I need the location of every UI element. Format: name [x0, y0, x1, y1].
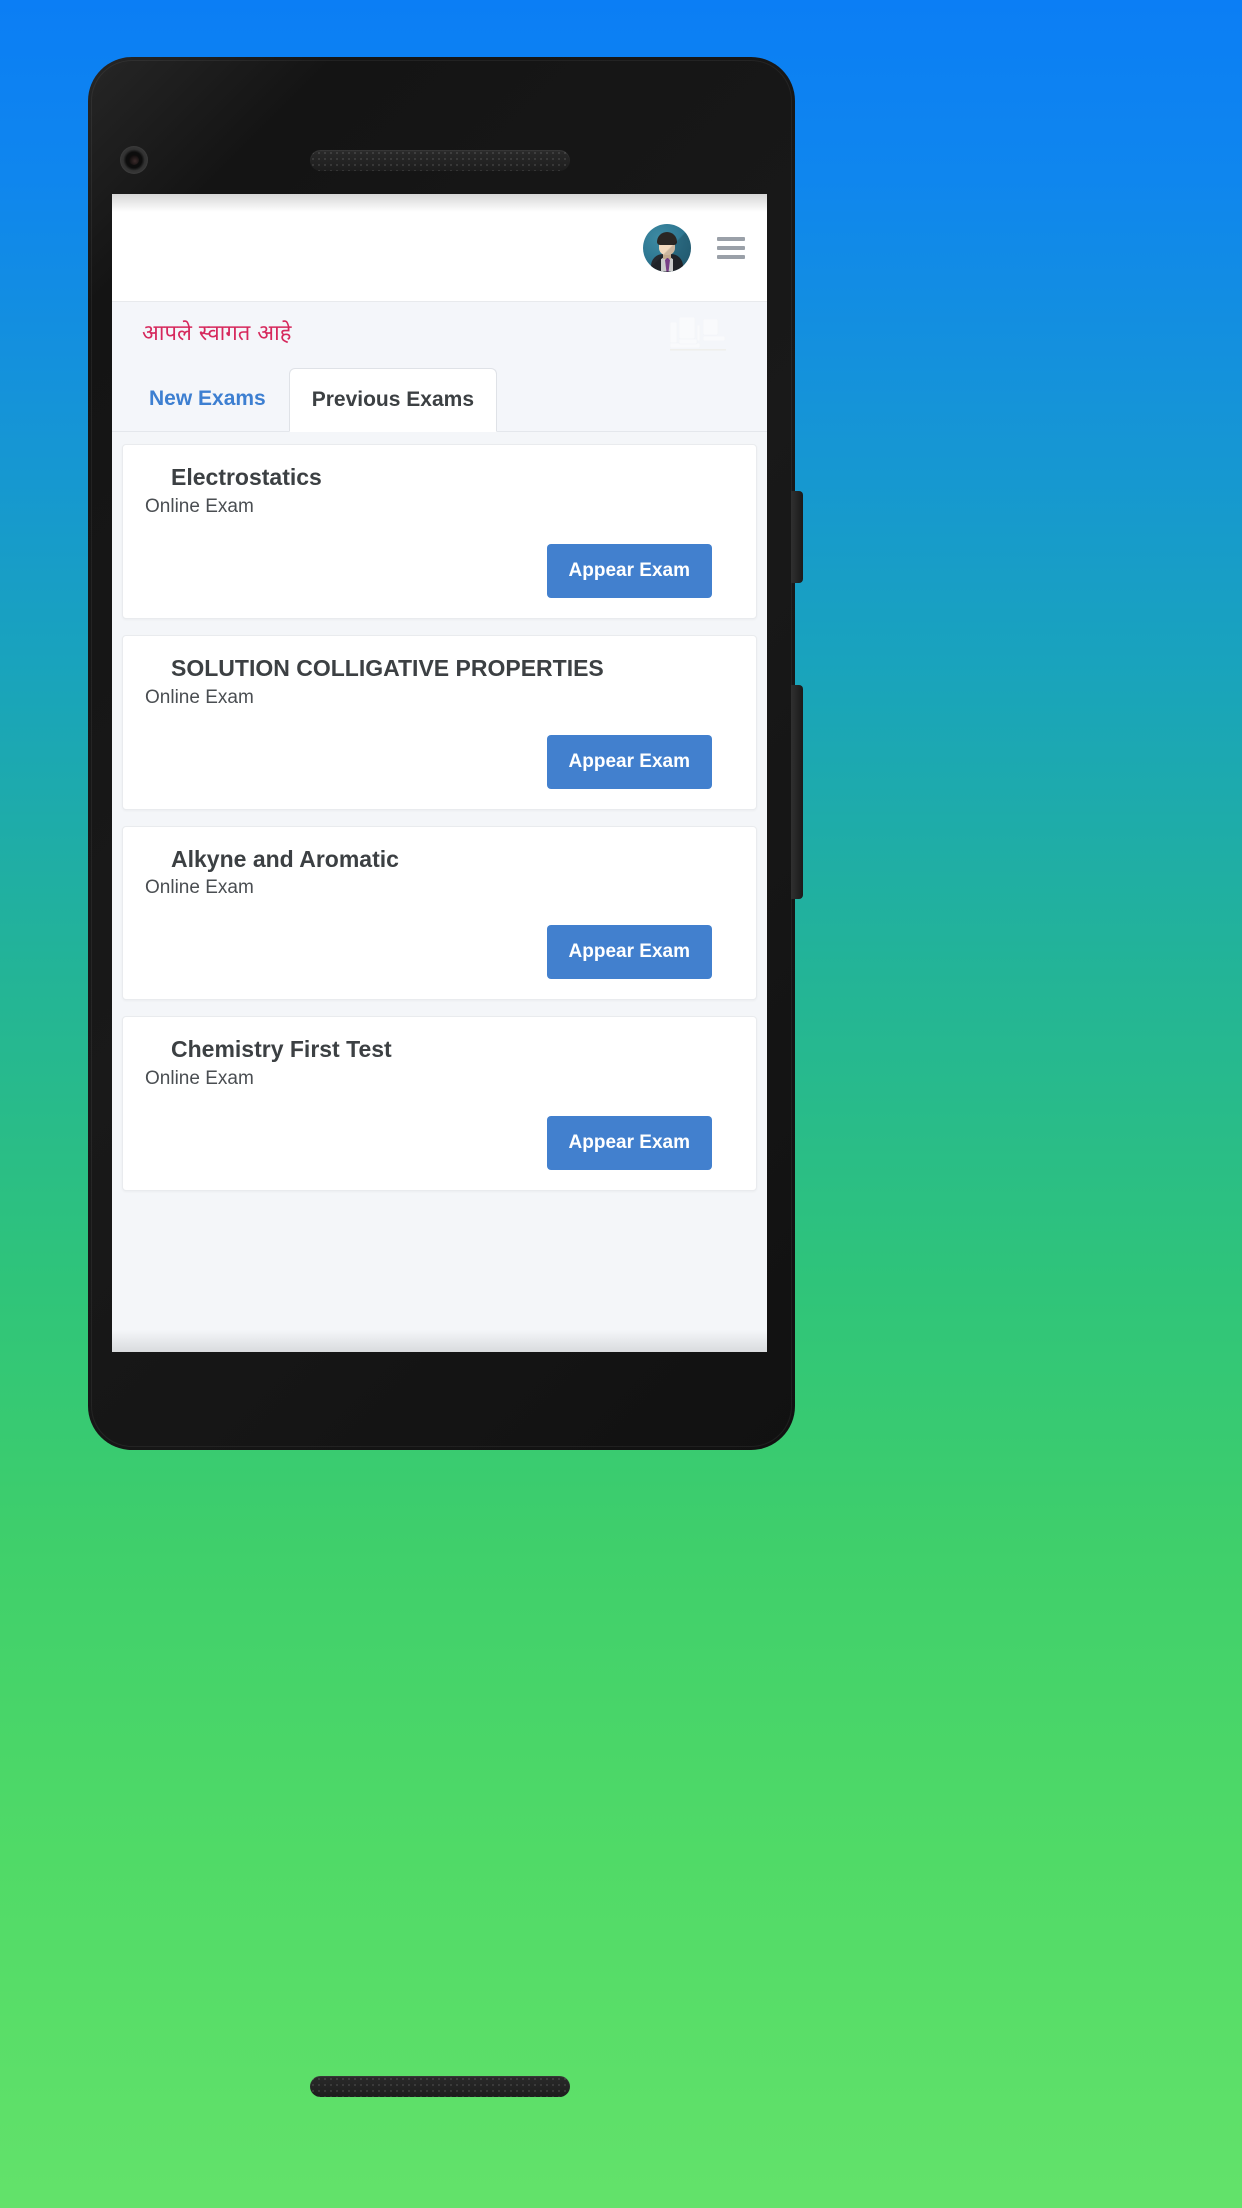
exam-subtitle: Online Exam [145, 877, 254, 899]
avatar-shading [643, 223, 691, 272]
books-study-watermark-icon [669, 316, 726, 351]
exam-title: Alkyne and Aromatic [171, 845, 399, 872]
bottom-speaker-icon [310, 2076, 570, 2097]
screen-bottom-glare [112, 1330, 767, 1352]
exam-title: Chemistry First Test [171, 1036, 392, 1063]
exam-card-actions: Appear Exam [145, 543, 734, 598]
hamburger-bar-2 [717, 245, 745, 250]
appear-exam-button[interactable]: Appear Exam [546, 1116, 712, 1170]
earpiece-speaker-icon [310, 150, 570, 171]
welcome-banner: आपले स्वागत आहे [112, 302, 767, 366]
tab-previous-exams-label: Previous Exams [311, 388, 474, 411]
user-avatar-icon[interactable] [643, 223, 691, 272]
exam-title: SOLUTION COLLIGATIVE PROPERTIES [171, 654, 604, 681]
exam-subtitle: Online Exam [145, 686, 254, 708]
camera-lens-icon [120, 146, 148, 174]
tab-new-exams[interactable]: New Exams [126, 367, 289, 431]
exam-card: SOLUTION COLLIGATIVE PROPERTIES Online E… [122, 634, 757, 810]
exam-card: Electrostatics Online Exam Appear Exam [122, 444, 757, 619]
welcome-message: आपले स्वागत आहे [142, 321, 292, 346]
screen-top-glare [112, 194, 767, 212]
exam-card: Chemistry First Test Online Exam Appear … [122, 1016, 757, 1191]
exam-tabs: New Exams Previous Exams [112, 366, 767, 432]
tab-previous-exams[interactable]: Previous Exams [288, 368, 497, 432]
hamburger-bar-1 [717, 236, 745, 241]
exam-card-actions: Appear Exam [145, 734, 734, 789]
appear-exam-button[interactable]: Appear Exam [546, 925, 712, 980]
phone-screen: आपले स्वागत आहे New Exams Previous Exams… [112, 194, 767, 1352]
exam-card-actions: Appear Exam [145, 925, 734, 980]
exam-subtitle: Online Exam [145, 1068, 254, 1089]
appear-exam-button[interactable]: Appear Exam [546, 734, 712, 789]
tab-new-exams-label: New Exams [149, 387, 266, 410]
hamburger-bar-3 [717, 254, 745, 259]
exam-card-actions: Appear Exam [145, 1116, 734, 1170]
appear-exam-button[interactable]: Appear Exam [546, 543, 712, 598]
exam-title: Electrostatics [171, 464, 322, 490]
hamburger-menu-icon[interactable] [717, 236, 745, 259]
exam-card: Alkyne and Aromatic Online Exam Appear E… [122, 825, 757, 1001]
exam-subtitle: Online Exam [145, 495, 254, 517]
exam-card-list: Electrostatics Online Exam Appear Exam S… [112, 432, 767, 1191]
